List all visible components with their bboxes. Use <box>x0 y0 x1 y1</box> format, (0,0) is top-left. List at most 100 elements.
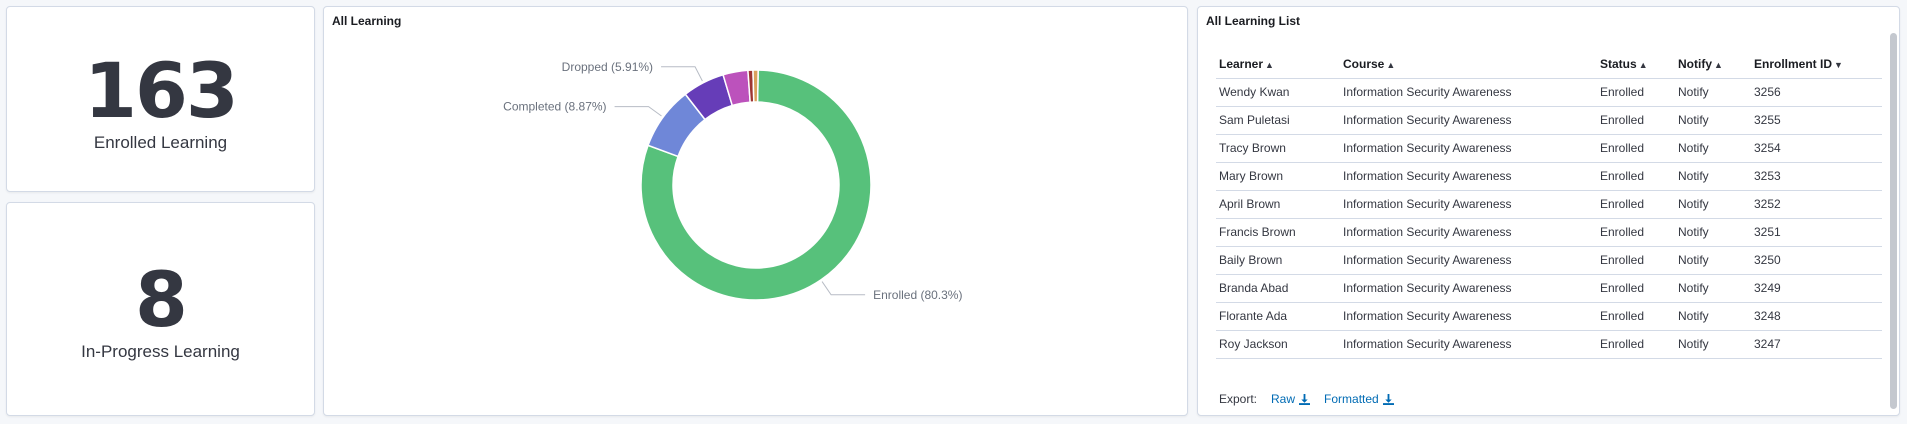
table-cell-notify[interactable]: Notify <box>1675 190 1751 219</box>
table-row: Tracy Brown Information Security Awarenes… <box>1216 134 1882 163</box>
table-cell-notify[interactable]: Notify <box>1675 78 1751 107</box>
table-cell-learner: Florante Ada <box>1216 302 1340 331</box>
table-cell-enrollment-id: 3247 <box>1751 330 1882 359</box>
table-cell-notify[interactable]: Notify <box>1675 162 1751 191</box>
table-cell-status: Enrolled <box>1597 134 1675 163</box>
table-cell-status: Enrolled <box>1597 330 1675 359</box>
table-cell-course: Information Security Awareness <box>1340 218 1597 247</box>
download-icon <box>1299 393 1311 405</box>
table-body: Wendy Kwan Information Security Awareness… <box>1216 78 1882 359</box>
chart-panel-all-learning: All Learning Enrolled (80.3%) Completed (… <box>323 6 1188 416</box>
export-raw-link[interactable]: Raw <box>1271 392 1311 406</box>
table-row: Mary Brown Information Security Awareness… <box>1216 162 1882 191</box>
sort-icon: ▲︎ <box>1265 60 1274 71</box>
table-cell-notify[interactable]: Notify <box>1675 330 1751 359</box>
metric-value-in-progress: 8 <box>135 255 188 344</box>
metric-panel-in-progress: 8 In-Progress Learning <box>6 202 315 416</box>
table-cell-course: Information Security Awareness <box>1340 330 1597 359</box>
table-header-row: Learner ▲︎ Course ▲︎ Status ▲︎ Notify ▲︎ Enr… <box>1216 51 1882 79</box>
table-cell-learner: Tracy Brown <box>1216 134 1340 163</box>
table-cell-status: Enrolled <box>1597 190 1675 219</box>
donut-chart: Enrolled (80.3%) Completed (8.87%) Dropped… <box>503 60 962 302</box>
table-cell-enrollment-id: 3252 <box>1751 190 1882 219</box>
table-cell-learner: Francis Brown <box>1216 218 1340 247</box>
table-cell-status: Enrolled <box>1597 106 1675 135</box>
table-cell-enrollment-id: 3254 <box>1751 134 1882 163</box>
column-header-label: Course <box>1343 57 1385 72</box>
column-header-label: Learner <box>1219 57 1264 72</box>
metric-panel-enrolled: 163 Enrolled Learning <box>6 6 315 192</box>
column-header-learner[interactable]: Learner ▲︎ <box>1216 51 1340 79</box>
table-cell-notify[interactable]: Notify <box>1675 274 1751 303</box>
table-row: Baily Brown Information Security Awarenes… <box>1216 246 1882 275</box>
table-row: Roy Jackson Information Security Awarenes… <box>1216 330 1882 359</box>
donut-label-completed: Completed (8.87%) <box>503 100 606 114</box>
table-cell-notify[interactable]: Notify <box>1675 106 1751 135</box>
table-cell-enrollment-id: 3250 <box>1751 246 1882 275</box>
list-panel-all-learning: All Learning List Learner ▲︎ Course ▲︎ Sta… <box>1197 6 1900 416</box>
table-cell-learner: Branda Abad <box>1216 274 1340 303</box>
donut-label-enrolled: Enrolled (80.3%) <box>873 288 962 302</box>
table-cell-course: Information Security Awareness <box>1340 162 1597 191</box>
sort-icon: ▲︎ <box>1386 60 1396 71</box>
donut-leader-line <box>614 106 662 117</box>
table-cell-learner: Wendy Kwan <box>1216 78 1340 107</box>
metric-body: 163 Enrolled Learning <box>7 7 314 191</box>
table-cell-notify[interactable]: Notify <box>1675 218 1751 247</box>
table-cell-notify[interactable]: Notify <box>1675 246 1751 275</box>
learning-table: Learner ▲︎ Course ▲︎ Status ▲︎ Notify ▲︎ Enr… <box>1216 51 1882 359</box>
table-cell-status: Enrolled <box>1597 218 1675 247</box>
table-cell-status: Enrolled <box>1597 246 1675 275</box>
table-cell-enrollment-id: 3248 <box>1751 302 1882 331</box>
table-cell-enrollment-id: 3249 <box>1751 274 1882 303</box>
list-panel-title: All Learning List <box>1206 14 1301 28</box>
sort-icon: ▲︎ <box>1638 60 1648 71</box>
download-icon <box>1382 393 1394 405</box>
table-row: April Brown Information Security Awarenes… <box>1216 190 1882 219</box>
column-header-label: Status <box>1600 57 1637 72</box>
donut-slice-other[interactable] <box>752 69 759 103</box>
donut-leader-line <box>821 281 866 296</box>
metric-body: 8 In-Progress Learning <box>7 203 314 415</box>
table-cell-learner: Sam Puletasi <box>1216 106 1340 135</box>
export-raw-label: Raw <box>1271 392 1296 406</box>
column-header-status[interactable]: Status ▲︎ <box>1597 51 1675 79</box>
table-cell-course: Information Security Awareness <box>1340 134 1597 163</box>
table-row: Branda Abad Information Security Awarenes… <box>1216 274 1882 303</box>
column-header-notify[interactable]: Notify ▲︎ <box>1675 51 1751 79</box>
table-cell-notify[interactable]: Notify <box>1675 134 1751 163</box>
column-header-label: Enrollment ID <box>1754 57 1833 72</box>
table-row: Francis Brown Information Security Awaren… <box>1216 218 1882 247</box>
table-cell-learner: April Brown <box>1216 190 1340 219</box>
table-cell-enrollment-id: 3251 <box>1751 218 1882 247</box>
table-cell-status: Enrolled <box>1597 274 1675 303</box>
export-formatted-label: Formatted <box>1324 392 1379 406</box>
table-cell-enrollment-id: 3256 <box>1751 78 1882 107</box>
metric-value-enrolled: 163 <box>84 46 239 135</box>
sort-desc-icon: ▼︎ <box>1834 60 1843 71</box>
column-header-label: Notify <box>1678 57 1712 72</box>
table-cell-enrollment-id: 3255 <box>1751 106 1882 135</box>
export-label: Export: <box>1219 392 1258 406</box>
table-cell-course: Information Security Awareness <box>1340 78 1597 107</box>
column-header-course[interactable]: Course ▲︎ <box>1340 51 1597 79</box>
donut-leader-line <box>661 66 703 82</box>
scrollbar[interactable] <box>1890 33 1897 409</box>
column-header-enrollment-id[interactable]: Enrollment ID ▼︎ <box>1751 51 1882 79</box>
table-cell-notify[interactable]: Notify <box>1675 302 1751 331</box>
table-cell-status: Enrolled <box>1597 78 1675 107</box>
table-cell-course: Information Security Awareness <box>1340 190 1597 219</box>
metric-label-in-progress: In-Progress Learning <box>81 342 240 361</box>
export-formatted-link[interactable]: Formatted <box>1324 392 1394 406</box>
donut-label-dropped: Dropped (5.91%) <box>562 60 653 74</box>
table-cell-learner: Baily Brown <box>1216 246 1340 275</box>
table-cell-course: Information Security Awareness <box>1340 274 1597 303</box>
table-cell-enrollment-id: 3253 <box>1751 162 1882 191</box>
table-cell-learner: Roy Jackson <box>1216 330 1340 359</box>
table-cell-status: Enrolled <box>1597 162 1675 191</box>
table-cell-course: Information Security Awareness <box>1340 302 1597 331</box>
table-cell-status: Enrolled <box>1597 302 1675 331</box>
metric-label-enrolled: Enrolled Learning <box>93 133 228 152</box>
table-cell-course: Information Security Awareness <box>1340 246 1597 275</box>
table-cell-course: Information Security Awareness <box>1340 106 1597 135</box>
